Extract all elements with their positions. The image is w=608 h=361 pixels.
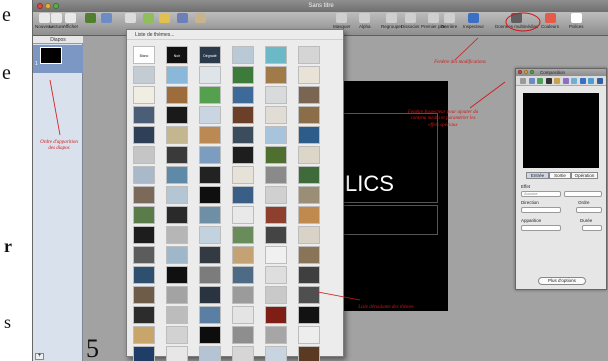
annotation-arrow [469, 81, 506, 109]
annotation-arrows [49, 12, 541, 301]
annotation-theme-list: Liste déroulante des thèmes [358, 305, 414, 310]
screenshot-stage: e e r s Sans titre Nouveau Lecture Affiche… [0, 0, 608, 361]
annotation-arrow [317, 291, 361, 301]
annotation-modifications: Fenêtre des modifications [434, 60, 486, 65]
annotation-arrow [454, 37, 479, 61]
annotation-slide-order: Ordre d'apparition des diapos [40, 140, 78, 152]
media-button-highlight [505, 12, 541, 32]
annotation-inspector: Fenêtre Inspecteur pour ajouter du conte… [407, 110, 479, 128]
annotation-arrow [49, 79, 61, 136]
